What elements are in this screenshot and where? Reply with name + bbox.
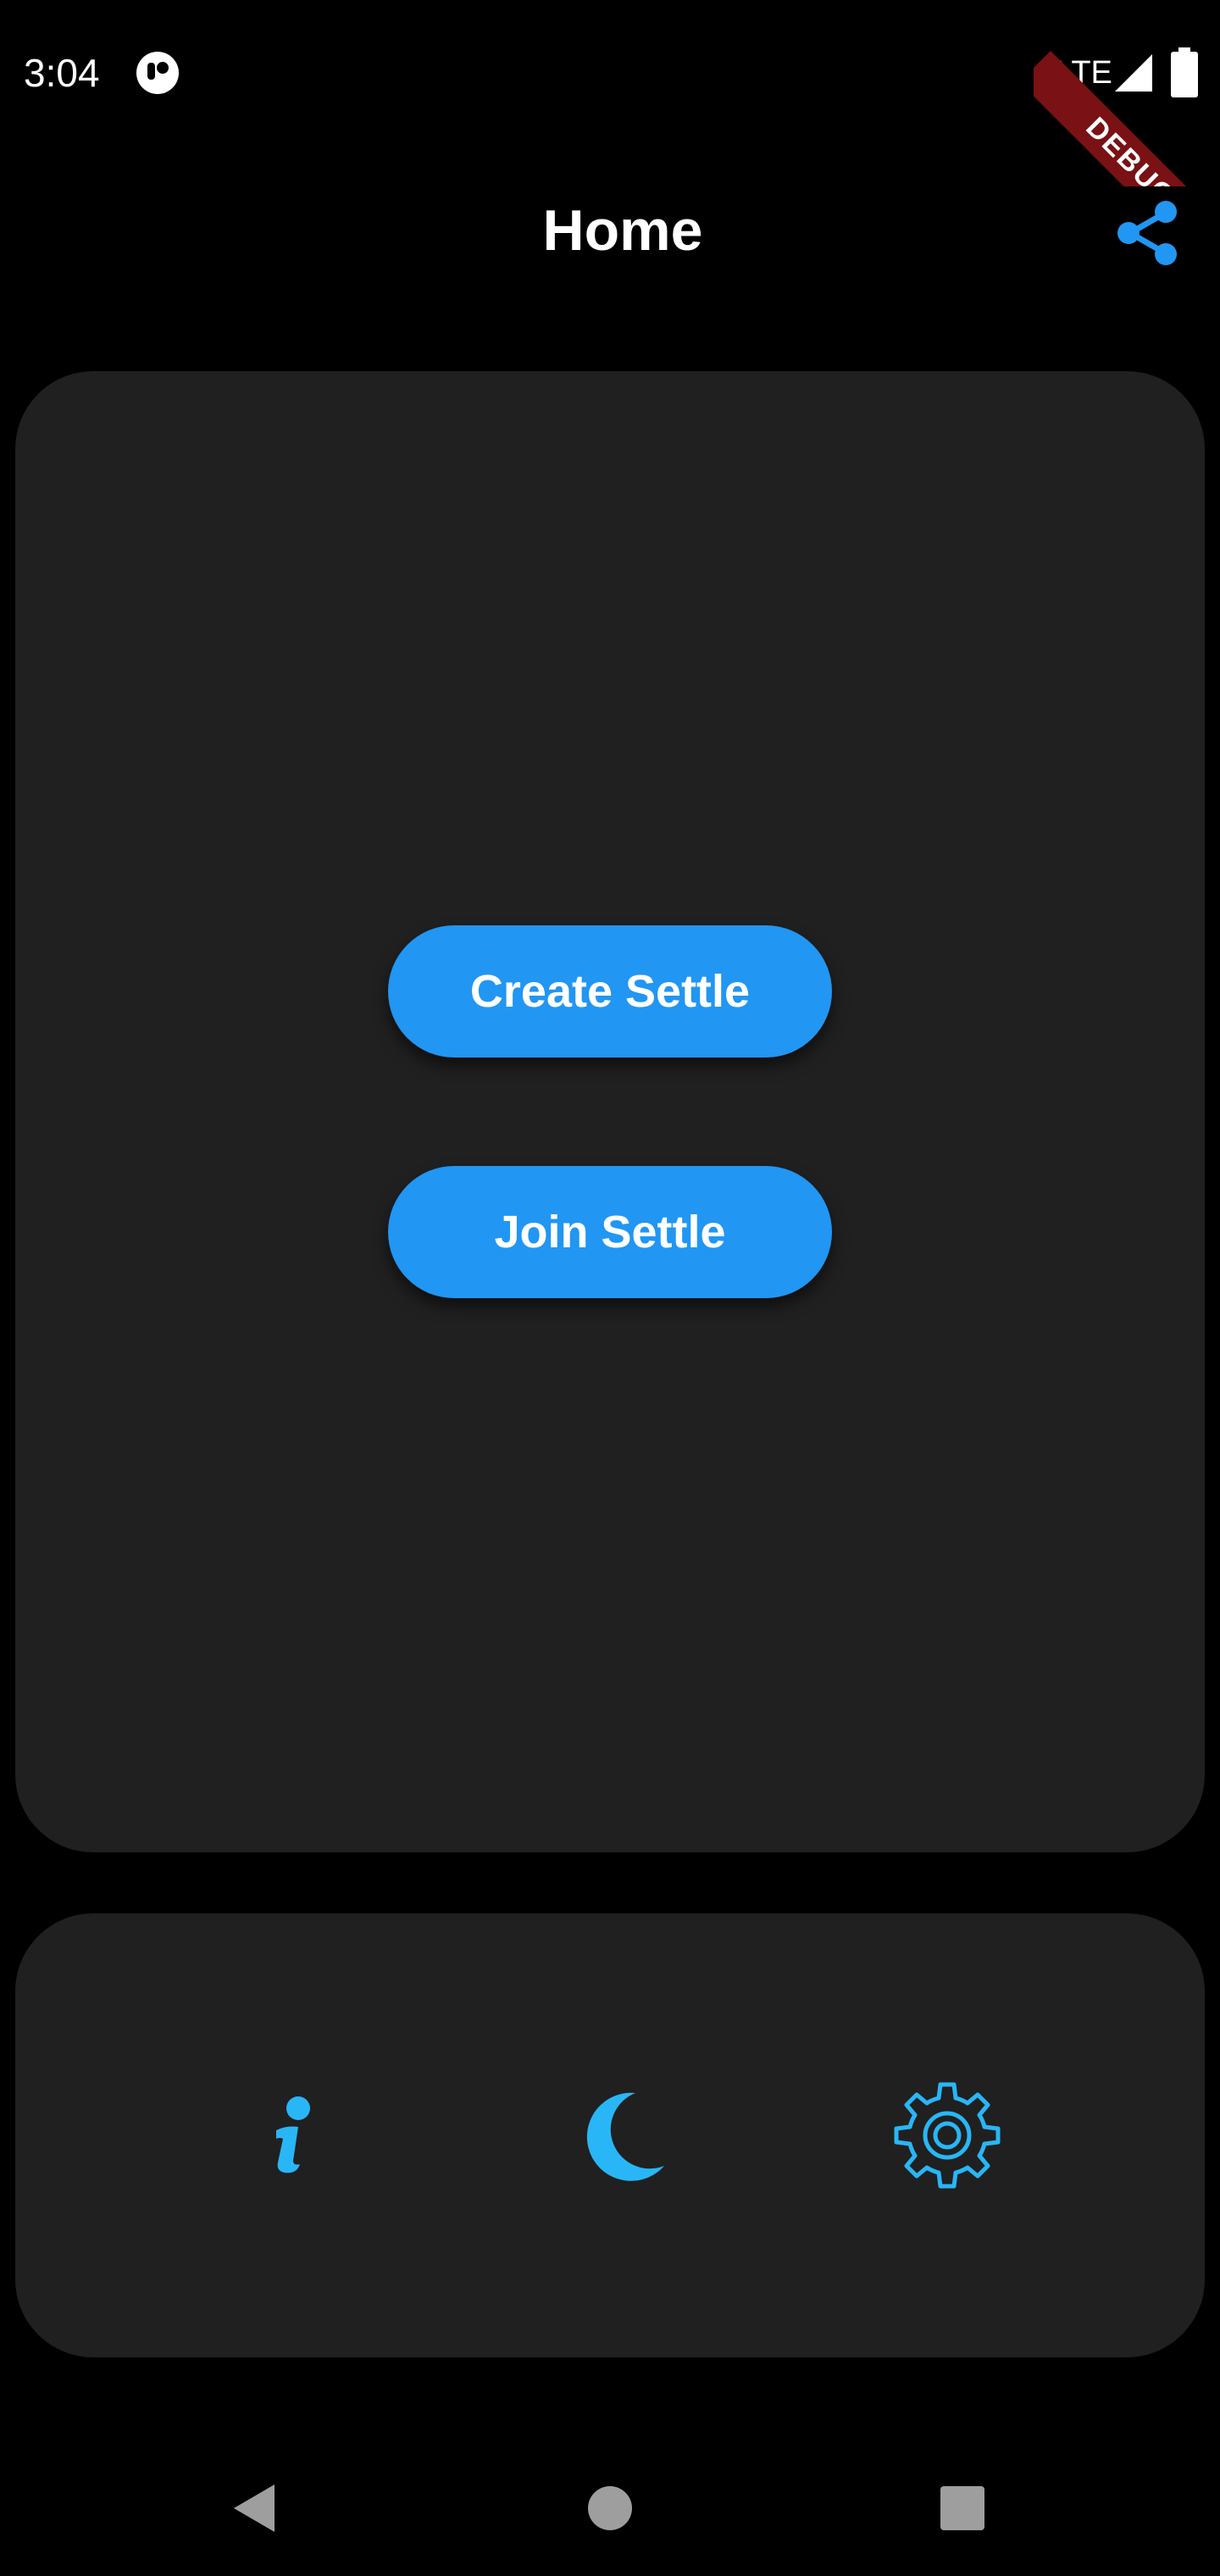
info-button[interactable] [234, 2078, 349, 2193]
nav-back-button[interactable] [212, 2466, 297, 2551]
main-card: Create Settle Join Settle [15, 371, 1205, 1852]
system-nav-bar [0, 2440, 1220, 2576]
status-bar: 3:04 LTE [0, 0, 1220, 144]
nav-home-button[interactable] [568, 2466, 652, 2551]
bottom-toolbar [15, 1913, 1205, 2357]
share-icon [1117, 201, 1177, 265]
info-icon [276, 2096, 310, 2174]
share-button[interactable] [1110, 195, 1186, 271]
app-bar: Home [0, 144, 1220, 314]
moon-icon [586, 2092, 664, 2181]
app-notification-icon [136, 52, 179, 94]
network-type: LTE [1056, 55, 1112, 91]
home-circle-icon [588, 2486, 632, 2530]
recents-square-icon [940, 2486, 984, 2530]
settings-button[interactable] [890, 2078, 1005, 2193]
dark-mode-toggle[interactable] [566, 2078, 681, 2193]
status-time: 3:04 [24, 51, 100, 95]
create-settle-button[interactable]: Create Settle [388, 925, 832, 1058]
join-settle-button[interactable]: Join Settle [388, 1166, 832, 1298]
battery-icon [1171, 47, 1198, 97]
back-triangle-icon [234, 2484, 274, 2532]
nav-recents-button[interactable] [920, 2466, 1005, 2551]
page-title: Home [542, 198, 703, 263]
signal-icon [1115, 54, 1152, 92]
settings-icon [894, 2082, 1001, 2189]
